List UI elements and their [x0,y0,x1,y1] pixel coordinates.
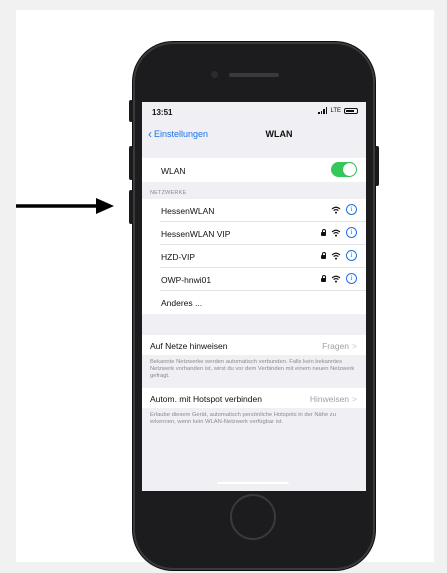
wifi-icon [331,252,341,260]
volume-down-button [129,190,133,224]
ask-to-join-value: Fragen [322,341,350,351]
network-name: HessenWLAN [161,206,215,216]
power-button [375,146,379,186]
page-title: WLAN [265,129,293,139]
wifi-icon [331,229,341,237]
lock-icon [321,229,326,236]
network-name: HZD-VIP [161,252,195,262]
network-name: OWP-hnwi01 [161,275,212,285]
other-network-row[interactable]: Anderes ... [142,291,366,314]
network-icons: i [321,250,357,261]
phone-screen: 13:51 LTE ‹ Einstellungen WLAN WLAN NETZ… [142,102,366,491]
other-network-label: Anderes ... [161,298,203,308]
info-icon[interactable]: i [346,204,357,215]
battery-icon [344,107,358,114]
networks-section-header: NETZWERKE [150,190,187,196]
wifi-icon [331,206,341,214]
hotspot-value-wrap: Hinweisen > [310,394,357,404]
info-icon[interactable]: i [346,273,357,284]
wifi-icon [331,275,341,283]
wlan-toggle-row: WLAN [142,158,366,182]
pointer-arrow [16,198,114,214]
network-row[interactable]: HZD-VIP i [142,245,366,268]
hotspot-footer: Erlaube diesem Gerät, automatisch persön… [150,412,336,425]
network-type: LTE [330,107,341,114]
chevron-right-icon: > [352,394,357,404]
hotspot-label: Autom. mit Hotspot verbinden [150,394,262,404]
navigation-bar: ‹ Einstellungen WLAN [142,124,366,146]
network-row[interactable]: OWP-hnwi01 i [142,268,366,291]
chevron-right-icon: > [352,341,357,351]
status-bar: 13:51 LTE [142,102,366,124]
iphone-device: 13:51 LTE ‹ Einstellungen WLAN WLAN NETZ… [129,42,379,570]
ask-to-join-footer: Bekannte Netzwerke werden automatisch ve… [150,359,355,379]
home-button[interactable] [230,494,276,540]
ask-to-join-value-wrap: Fragen > [322,341,357,351]
status-time: 13:51 [152,108,173,117]
volume-up-button [129,146,133,180]
hotspot-value: Hinweisen [309,394,350,404]
front-camera [211,71,218,78]
network-icons: i [321,273,357,284]
lock-icon [321,252,326,259]
network-row[interactable]: HessenWLAN i [142,199,366,222]
wlan-toggle-label: WLAN [161,166,186,176]
mute-switch [129,100,133,122]
lock-icon [321,275,326,282]
hotspot-row[interactable]: Autom. mit Hotspot verbinden Hinweisen > [142,388,366,408]
network-row[interactable]: HessenWLAN VIP i [142,222,366,245]
signal-icon [318,107,328,114]
ask-to-join-label: Auf Netze hinweisen [150,341,228,351]
wlan-toggle-switch[interactable] [331,162,357,177]
status-indicators: LTE [318,107,358,114]
network-name: HessenWLAN VIP [161,229,231,239]
ask-to-join-row[interactable]: Auf Netze hinweisen Fragen > [142,335,366,355]
info-icon[interactable]: i [346,227,357,238]
home-indicator [217,482,289,484]
network-icons: i [321,227,357,238]
network-icons: i [331,204,357,215]
info-icon[interactable]: i [346,250,357,261]
earpiece-speaker [229,73,279,77]
